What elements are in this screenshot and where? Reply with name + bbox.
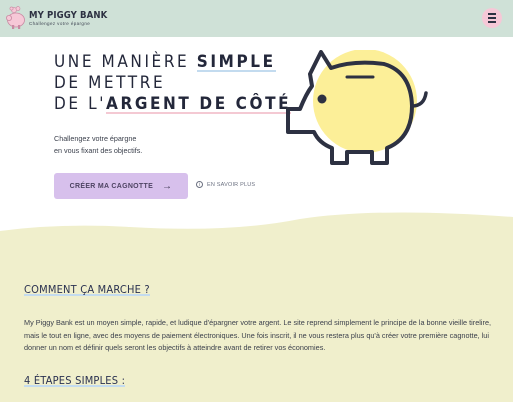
hero-title-line-2: DE METTRE <box>54 73 166 93</box>
wave-divider <box>0 212 513 245</box>
top-navbar: MY PIGGY BANK Challengez votre épargne <box>0 0 513 37</box>
menu-button[interactable] <box>482 8 502 28</box>
how-it-works-text: My Piggy Bank est un moyen simple, rapid… <box>24 318 492 352</box>
hero-title-line-1: UNE MANIÈRE SIMPLE <box>54 52 291 73</box>
brand-name[interactable]: MY PIGGY BANK <box>29 10 107 21</box>
steps-title-text: 4 ÉTAPES SIMPLES : <box>24 374 126 387</box>
piggy-bank-icon <box>286 50 428 165</box>
hamburger-menu-icon <box>488 12 496 24</box>
hero-title-text: UNE MANIÈRE <box>54 52 197 72</box>
how-it-works-title-text: COMMENT ÇA MARCHE ? <box>24 283 150 296</box>
how-it-works-title: COMMENT ÇA MARCHE ? <box>24 283 150 296</box>
hero-title-text: DE L' <box>54 94 107 114</box>
learn-more-link[interactable]: i EN SAVOIR PLUS <box>196 181 255 188</box>
piggy-logo-icon[interactable] <box>4 5 26 31</box>
hero-subtitle-line-1: Challengez votre épargne <box>54 134 137 143</box>
brand-tagline: Challengez votre épargne <box>29 21 91 26</box>
hero-title-highlight-argent: ARGENT DE CÔTÉ <box>106 94 292 114</box>
hero-title-line-3: DE L'ARGENT DE CÔTÉ <box>54 94 291 115</box>
hero-subtitle-line-2: en vous fixant des objectifs. <box>54 146 143 155</box>
steps-title: 4 ÉTAPES SIMPLES : <box>24 374 125 387</box>
hero-title-highlight-simple: SIMPLE <box>196 52 276 72</box>
create-piggybank-button[interactable]: CRÉER MA CAGNOTTE → <box>54 173 188 199</box>
arrow-right-icon: → <box>162 180 173 192</box>
create-piggybank-label: CRÉER MA CAGNOTTE <box>69 182 154 190</box>
hero-title: UNE MANIÈRE SIMPLE DE METTRE DE L'ARGENT… <box>54 52 291 115</box>
hero-subtitle: Challengez votre épargne en vous fixant … <box>54 133 142 157</box>
learn-more-label: EN SAVOIR PLUS <box>207 181 256 188</box>
info-icon: i <box>196 181 203 188</box>
